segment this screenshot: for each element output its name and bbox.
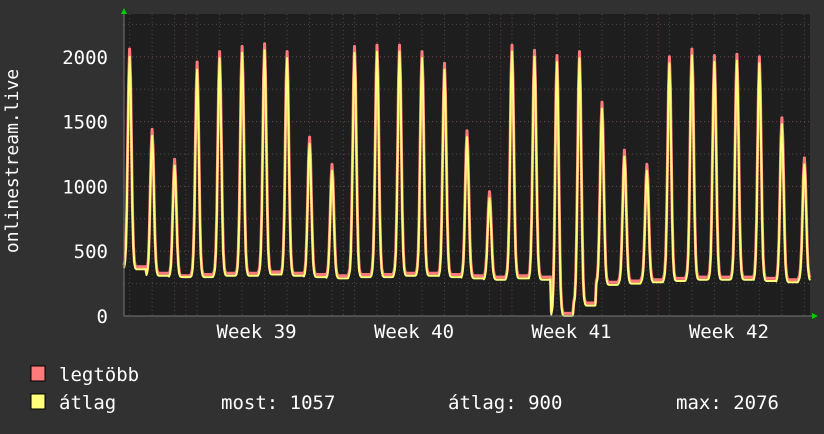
y-axis-arrow-icon: [121, 8, 127, 14]
rrd-graph: onlinestream.live 0 500 1000 1500 2000 Week …: [2, 8, 818, 414]
x-tick-label: Week 40: [374, 321, 454, 343]
legend-label-max: legtöbb: [59, 364, 139, 386]
y-tick-label: 1000: [62, 176, 108, 198]
x-tick-label: Week 41: [531, 321, 611, 343]
y-tick-label: 1500: [62, 112, 108, 134]
legend-swatch-avg: [30, 393, 46, 410]
stat-now: most: 1057: [221, 392, 335, 414]
x-axis-arrow-icon: [812, 313, 818, 319]
stat-max: max: 2076: [676, 392, 779, 414]
y-tick-label: 0: [97, 306, 108, 328]
legend-swatch-max: [30, 365, 46, 382]
y-tick-label: 500: [74, 241, 108, 263]
legend-label-avg: átlag: [59, 392, 116, 414]
y-tick-label: 2000: [62, 47, 108, 69]
stat-avg: átlag: 900: [448, 392, 562, 414]
x-tick-label: Week 39: [217, 321, 297, 343]
x-tick-label: Week 42: [689, 321, 769, 343]
y-axis-label: onlinestream.live: [2, 69, 23, 253]
